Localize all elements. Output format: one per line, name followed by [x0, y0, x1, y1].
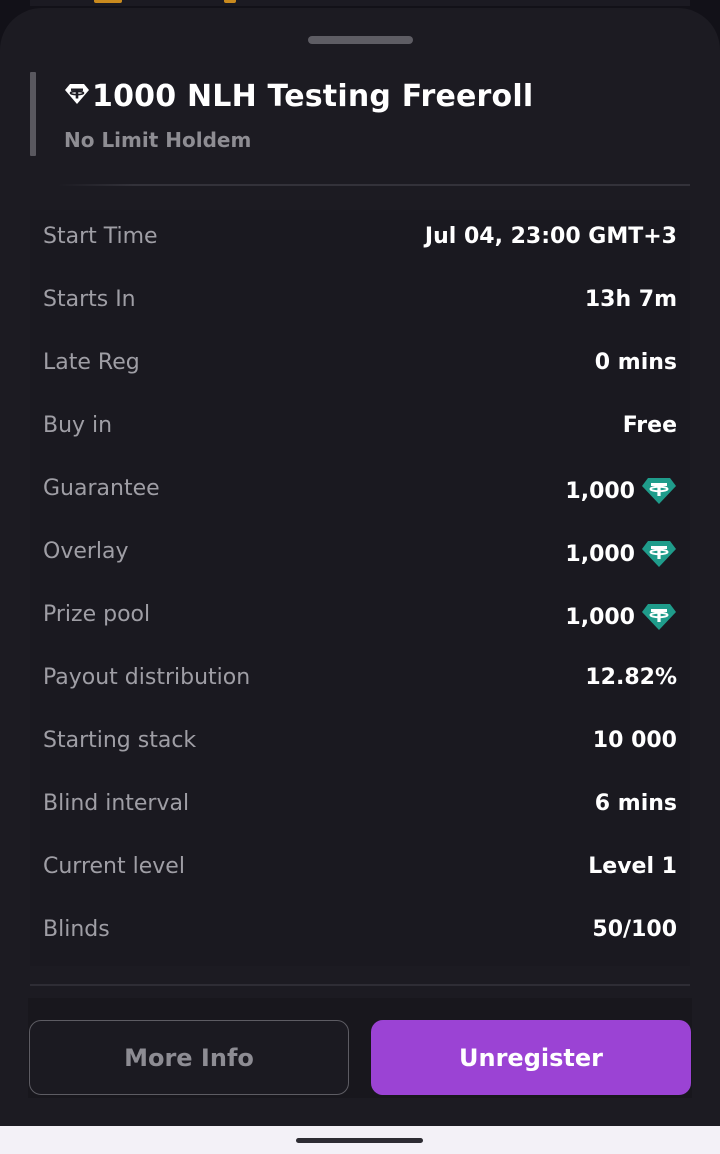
detail-value: 10 000: [592, 728, 677, 753]
detail-label: Starts In: [43, 287, 136, 312]
detail-row: Blinds 50/100: [30, 903, 690, 966]
detail-label: Overlay: [43, 539, 129, 564]
detail-row: Buy in Free: [30, 399, 690, 462]
detail-value-group: 1,000: [565, 539, 677, 569]
detail-value: Jul 04, 23:00 GMT+3: [424, 224, 677, 249]
detail-value: 12.82%: [585, 665, 677, 690]
game-type-label: No Limit Holdem: [64, 128, 252, 152]
system-navigation-bar: [0, 1126, 720, 1154]
sheet-drag-handle[interactable]: [308, 36, 413, 44]
detail-value-group: 50/100: [592, 917, 677, 942]
detail-value-group: Free: [623, 413, 677, 438]
detail-label: Blinds: [43, 917, 110, 942]
detail-value-group: 10 000: [593, 728, 677, 753]
detail-value-group: 13h 7m: [585, 287, 677, 312]
unregister-button[interactable]: Unregister: [371, 1020, 691, 1095]
detail-label: Blind interval: [43, 791, 190, 816]
detail-row: Starting stack 10 000: [30, 714, 690, 777]
detail-row: Late Reg 0 mins: [30, 336, 690, 399]
background-card-edge: [30, 0, 690, 6]
tournament-details-list: Start Time Jul 04, 23:00 GMT+3 Starts In 13…: [30, 210, 690, 966]
action-bar: More Info Unregister: [28, 998, 692, 1098]
detail-value: 6 mins: [594, 791, 677, 816]
detail-value-group: 12.82%: [585, 665, 677, 690]
more-info-button[interactable]: More Info: [29, 1020, 349, 1095]
detail-label: Prize pool: [43, 602, 151, 627]
detail-value: Level 1: [588, 854, 677, 879]
detail-value: Free: [622, 413, 677, 438]
background-text-fragment: [94, 0, 122, 3]
detail-value-group: 1,000: [565, 476, 677, 506]
tournament-header: 1000 NLH Testing Freeroll No Limit Holde…: [30, 72, 690, 156]
detail-value: 1,000: [565, 541, 635, 567]
detail-label: Current level: [43, 854, 185, 879]
detail-row: Guarantee 1,000: [30, 462, 690, 525]
detail-label: Payout distribution: [43, 665, 251, 690]
detail-value-group: Jul 04, 23:00 GMT+3: [425, 224, 677, 249]
detail-value-group: 0 mins: [595, 350, 677, 375]
actions-divider: [30, 984, 690, 986]
detail-value: 1,000: [565, 604, 635, 630]
home-gesture-handle[interactable]: [296, 1138, 423, 1143]
header-divider: [58, 184, 690, 186]
detail-row: Starts In 13h 7m: [30, 273, 690, 336]
detail-row: Start Time Jul 04, 23:00 GMT+3: [30, 210, 690, 273]
detail-value-group: 6 mins: [595, 791, 677, 816]
usdt-icon: [641, 476, 677, 506]
detail-value: 13h 7m: [584, 287, 677, 312]
tournament-title: 1000 NLH Testing Freeroll: [92, 78, 534, 114]
detail-label: Starting stack: [43, 728, 197, 753]
detail-label: Guarantee: [43, 476, 160, 501]
detail-value: 1,000: [565, 478, 635, 504]
detail-value: 50/100: [592, 917, 677, 942]
header-accent-bar: [30, 72, 36, 156]
detail-row: Current level Level 1: [30, 840, 690, 903]
detail-label: Buy in: [43, 413, 113, 438]
tournament-details-sheet: 1000 NLH Testing Freeroll No Limit Holde…: [0, 8, 720, 1126]
title-row: 1000 NLH Testing Freeroll: [64, 74, 533, 118]
background-text-fragment: [224, 0, 236, 3]
detail-label: Late Reg: [43, 350, 140, 375]
detail-row: Prize pool 1,000: [30, 588, 690, 651]
detail-row: Blind interval 6 mins: [30, 777, 690, 840]
detail-value-group: Level 1: [588, 854, 677, 879]
detail-value-group: 1,000: [565, 602, 677, 632]
usdt-diamond-icon: [64, 82, 90, 106]
detail-value: 0 mins: [594, 350, 677, 375]
detail-label: Start Time: [43, 224, 158, 249]
detail-row: Payout distribution 12.82%: [30, 651, 690, 714]
detail-row: Overlay 1,000: [30, 525, 690, 588]
usdt-icon: [641, 602, 677, 632]
usdt-icon: [641, 539, 677, 569]
